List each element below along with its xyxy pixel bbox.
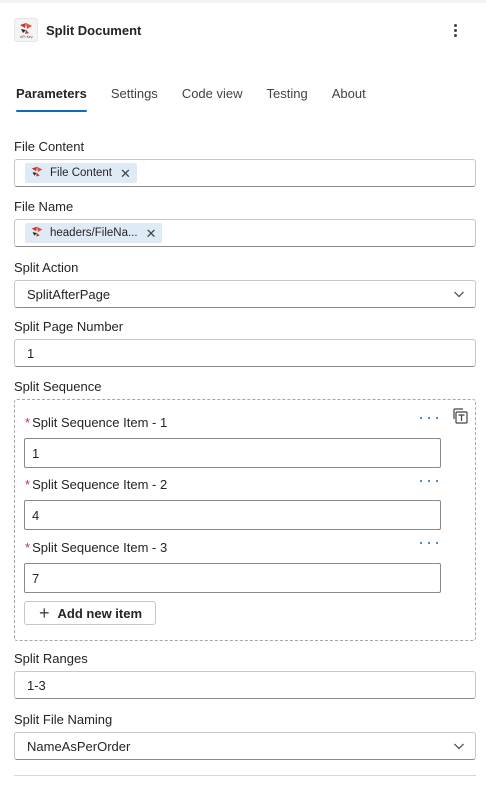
sequence-item-label: * Split Sequence Item - 2 [25,477,168,492]
item-options-button[interactable] [420,476,438,486]
sequence-item-input[interactable]: 4 [24,500,441,530]
close-icon[interactable]: ✕ [146,227,157,240]
switch-to-text-mode-icon[interactable] [451,407,469,425]
split-page-number-value: 1 [27,345,35,361]
more-dot [453,23,457,27]
pdf4me-logo-icon: API Key [14,18,38,42]
svg-text:API Key: API Key [20,35,33,39]
chevron-down-icon [454,291,464,298]
split-ranges-value: 1-3 [27,677,46,693]
sequence-item-label: * Split Sequence Item - 3 [25,540,168,555]
tab-bar: Parameters Settings Code view Testing Ab… [16,84,390,114]
tab-about[interactable]: About [332,84,366,114]
split-action-value: SplitAfterPage [27,286,111,302]
file-name-field[interactable]: headers/FileNa... ✕ [14,219,476,247]
file-content-field[interactable]: File Content ✕ [14,159,476,187]
sequence-item-input[interactable]: 1 [24,438,441,468]
add-new-item-button[interactable]: + Add new item [24,601,156,625]
add-new-item-label: Add new item [57,605,143,621]
tab-settings[interactable]: Settings [111,84,158,114]
split-file-naming-label: Split File Naming [14,712,113,727]
token-label: headers/FileNa... [50,227,138,239]
more-options-button[interactable] [446,19,464,41]
sequence-item-input[interactable]: 7 [24,563,441,593]
file-content-label: File Content [14,139,85,154]
split-ranges-input[interactable]: 1-3 [14,671,476,699]
tab-parameters[interactable]: Parameters [16,84,87,114]
file-name-label: File Name [14,199,74,214]
item-options-button[interactable] [420,538,438,548]
tab-testing[interactable]: Testing [267,84,308,114]
section-divider [14,775,476,776]
pdf4me-logo-icon [29,225,45,241]
file-content-token[interactable]: File Content ✕ [25,163,137,183]
more-dot [453,33,457,37]
item-options-button[interactable] [420,413,438,423]
more-dot [453,28,457,32]
split-file-naming-dropdown[interactable]: NameAsPerOrder [14,732,476,760]
plus-icon: + [39,603,50,623]
split-action-label: Split Action [14,260,79,275]
split-sequence-label: Split Sequence [14,379,102,394]
sequence-item-label: * Split Sequence Item - 1 [25,415,168,430]
panel-header: API Key Split Document [14,17,474,43]
required-asterisk: * [25,415,31,430]
pdf4me-logo-icon [29,165,45,181]
close-icon[interactable]: ✕ [120,167,131,180]
tab-code-view[interactable]: Code view [182,84,243,114]
split-page-number-label: Split Page Number [14,319,124,334]
chevron-down-icon [454,743,464,750]
file-name-token[interactable]: headers/FileNa... ✕ [25,223,163,243]
page-title: Split Document [46,22,142,38]
split-page-number-input[interactable]: 1 [14,339,476,367]
token-label: File Content [50,167,113,179]
top-border [0,0,486,3]
split-action-dropdown[interactable]: SplitAfterPage [14,280,476,308]
split-file-naming-value: NameAsPerOrder [27,738,131,754]
split-ranges-label: Split Ranges [14,651,88,666]
required-asterisk: * [25,477,31,492]
required-asterisk: * [25,540,31,555]
